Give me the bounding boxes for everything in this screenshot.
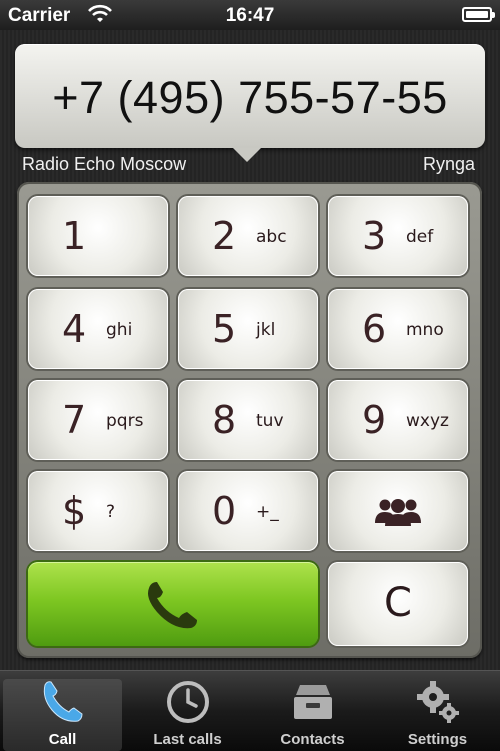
keypad: 1 2 abc 3 def 4 ghi 5 jkl 6 mno 7 pqrs 8…	[17, 182, 482, 658]
key-4[interactable]: 4 ghi	[28, 289, 168, 369]
key-digit: 9	[362, 398, 387, 442]
key-letters: abc	[256, 227, 287, 247]
key-letters: pqrs	[106, 411, 144, 431]
key-letters: +_	[256, 502, 279, 522]
key-1[interactable]: 1	[28, 196, 168, 276]
key-dollar[interactable]: $ ?	[28, 471, 168, 551]
key-digit: 8	[212, 398, 237, 442]
clear-label: C	[384, 580, 412, 626]
dialed-number: +7 (495) 755-57-55	[52, 72, 448, 123]
group-icon	[375, 499, 421, 526]
key-digit: 1	[62, 214, 87, 258]
phone-icon	[148, 582, 197, 629]
clock-time: 16:47	[225, 5, 275, 26]
key-digit: 6	[362, 307, 387, 351]
key-7[interactable]: 7 pqrs	[28, 380, 168, 460]
tab-settings[interactable]: Settings	[375, 671, 500, 751]
key-2[interactable]: 2 abc	[178, 196, 318, 276]
phone-icon	[43, 681, 83, 722]
key-digit: $	[62, 489, 87, 533]
key-3[interactable]: 3 def	[328, 196, 468, 276]
key-letters: wxyz	[406, 411, 449, 431]
key-digit: 5	[212, 307, 237, 351]
provider-label: Rynga	[422, 154, 475, 174]
inbox-tray-icon	[294, 685, 332, 719]
number-display: +7 (495) 755-57-55	[15, 44, 485, 162]
key-digit: 2	[212, 214, 237, 258]
contacts-key[interactable]	[328, 471, 468, 551]
gears-icon	[417, 681, 459, 723]
key-digit: 3	[362, 214, 387, 258]
tab-label: Contacts	[280, 731, 345, 748]
key-letters: ?	[106, 502, 116, 522]
key-letters: def	[406, 227, 434, 247]
status-bar: Carrier 16:47	[0, 0, 500, 30]
tab-contacts[interactable]: Contacts	[250, 671, 375, 751]
tab-last-calls[interactable]: Last calls	[125, 671, 250, 751]
tab-label: Call	[48, 731, 77, 748]
key-digit: 7	[62, 398, 87, 442]
clock-icon	[167, 681, 209, 723]
key-6[interactable]: 6 mno	[328, 289, 468, 369]
tab-label: Last calls	[153, 731, 222, 748]
key-5[interactable]: 5 jkl	[178, 289, 318, 369]
key-letters: ghi	[106, 320, 133, 340]
key-digit: 0	[212, 489, 237, 533]
tab-call[interactable]: Call	[3, 679, 122, 751]
call-button[interactable]	[28, 562, 318, 646]
key-letters: tuv	[256, 411, 284, 431]
key-digit: 4	[62, 307, 87, 351]
battery-icon	[462, 7, 495, 22]
key-0[interactable]: 0 +_	[178, 471, 318, 551]
key-8[interactable]: 8 tuv	[178, 380, 318, 460]
clear-button[interactable]: C	[328, 562, 468, 646]
key-letters: mno	[406, 320, 444, 340]
key-letters: jkl	[256, 320, 276, 340]
station-label: Radio Echo Moscow	[22, 154, 187, 174]
key-9[interactable]: 9 wxyz	[328, 380, 468, 460]
tab-bar: Call Last calls Contacts Settings	[0, 670, 500, 751]
tab-label: Settings	[407, 731, 468, 748]
